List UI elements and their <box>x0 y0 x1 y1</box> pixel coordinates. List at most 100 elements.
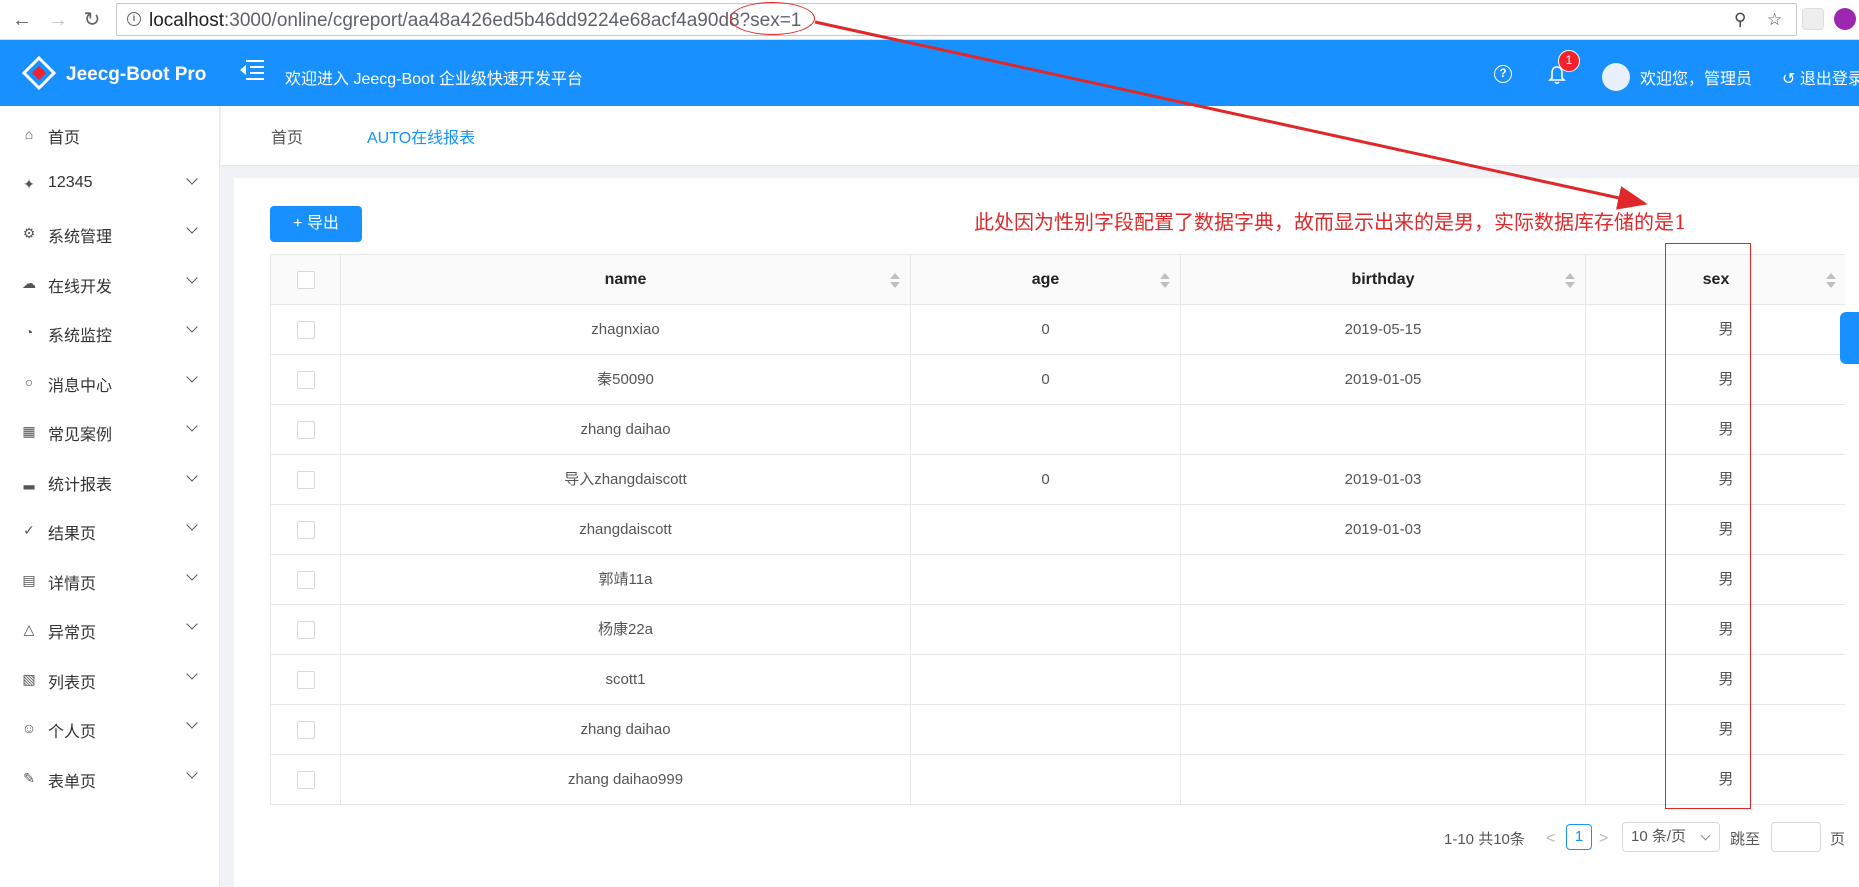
sidebar-item-exception[interactable]: △ 异常页 <box>0 609 220 649</box>
sidebar-item-list[interactable]: ▧ 列表页 <box>0 659 220 699</box>
select-all-checkbox[interactable] <box>296 270 315 289</box>
user-icon: ☺ <box>21 720 37 736</box>
jump-input[interactable] <box>1771 822 1821 852</box>
tab-home[interactable]: 首页 <box>271 124 303 148</box>
url-text[interactable]: localhost:3000/online/cgreport/aa48a426e… <box>149 10 801 32</box>
table-row[interactable]: scott1 男 <box>271 655 1845 705</box>
active-tab-indicator <box>340 48 498 50</box>
pagination-page-1[interactable]: 1 <box>1566 824 1592 850</box>
row-checkbox[interactable] <box>296 671 315 690</box>
sidebar-item-label: 消息中心 <box>48 378 113 395</box>
row-select-cell <box>271 705 341 755</box>
sidebar-item-messages[interactable]: ○ 消息中心 <box>0 362 220 402</box>
sidebar-item-system-management[interactable]: ⚙ 系统管理 <box>0 213 220 253</box>
row-checkbox[interactable] <box>296 771 315 790</box>
extension-icon[interactable] <box>1802 8 1824 30</box>
sidebar-item-reports[interactable]: ▂ 统计报表 <box>0 461 220 501</box>
cell-birthday: 2019-05-15 <box>1181 305 1586 355</box>
cell-age <box>911 705 1181 755</box>
column-header-birthday[interactable]: birthday <box>1181 255 1586 305</box>
star-icon[interactable]: ☆ <box>1767 10 1782 30</box>
cell-age: 0 <box>911 305 1181 355</box>
cell-birthday <box>1181 605 1586 655</box>
sort-icon[interactable] <box>1565 273 1575 289</box>
page-size-select[interactable]: 10 条/页 <box>1622 822 1720 852</box>
profile-extension-icon[interactable] <box>1834 8 1856 30</box>
check-circle-icon: ✓ <box>23 522 35 538</box>
row-checkbox[interactable] <box>296 371 315 390</box>
pagination-prev-icon[interactable]: < <box>1546 830 1555 848</box>
zoom-icon[interactable]: ⚲ <box>1734 10 1746 30</box>
cell-age <box>911 405 1181 455</box>
table-row[interactable]: zhang daihao999 男 <box>271 755 1845 805</box>
cell-birthday <box>1181 705 1586 755</box>
chevron-down-icon <box>186 321 198 333</box>
cell-name: 秦50090 <box>341 355 911 405</box>
column-header-age[interactable]: age <box>911 255 1181 305</box>
cell-age: 0 <box>911 455 1181 505</box>
menu-fold-icon[interactable] <box>240 59 264 81</box>
sort-icon[interactable] <box>890 273 900 289</box>
export-label: 导出 <box>306 215 339 232</box>
chevron-down-icon <box>186 173 198 185</box>
sidebar-item-home[interactable]: ⌂ 首页 <box>0 114 220 154</box>
pagination-next-icon[interactable]: > <box>1599 830 1608 848</box>
annotation-url-oval <box>730 2 815 35</box>
column-header-name[interactable]: name <box>341 255 911 305</box>
row-checkbox[interactable] <box>296 721 315 740</box>
cell-name: zhang daihao <box>341 405 911 455</box>
sidebar-item-label: 统计报表 <box>48 477 113 494</box>
table-row[interactable]: 秦50090 0 2019-01-05 男 <box>271 355 1845 405</box>
sidebar-item-label: 结果页 <box>48 526 97 543</box>
tab-auto-report[interactable]: AUTO在线报表 <box>367 124 475 148</box>
table-row[interactable]: 郭靖11a 男 <box>271 555 1845 605</box>
sidebar-item-account[interactable]: ☺ 个人页 <box>0 708 220 748</box>
table-row[interactable]: 导入zhangdaiscott 0 2019-01-03 男 <box>271 455 1845 505</box>
settings-drawer-handle[interactable] <box>1840 312 1859 364</box>
reload-icon[interactable]: ↻ <box>80 8 104 32</box>
row-checkbox[interactable] <box>296 571 315 590</box>
row-checkbox[interactable] <box>296 421 315 440</box>
sort-icon[interactable] <box>1826 273 1836 289</box>
browser-toolbar: ← → ↻ i localhost:3000/online/cgreport/a… <box>0 0 1859 40</box>
cell-name: zhangdaiscott <box>341 505 911 555</box>
table-row[interactable]: zhangdaiscott 2019-01-03 男 <box>271 505 1845 555</box>
url-host: localhost <box>149 10 224 31</box>
avatar[interactable] <box>1602 63 1630 91</box>
logout-button[interactable]: ↺ 退出登录 <box>1782 65 1859 89</box>
info-icon[interactable]: i <box>127 12 141 26</box>
chevron-down-icon <box>186 272 198 284</box>
qrcode-icon: ▦ <box>22 423 36 439</box>
cell-name: zhagnxiao <box>341 305 911 355</box>
table-row[interactable]: zhang daihao 男 <box>271 405 1845 455</box>
sidebar-item-online-dev[interactable]: ☁ 在线开发 <box>0 263 220 303</box>
sidebar-item-cases[interactable]: ▦ 常见案例 <box>0 411 220 451</box>
sort-icon[interactable] <box>1160 273 1170 289</box>
sidebar-item-monitor[interactable]: ◔ 系统监控 <box>0 312 220 352</box>
table-row[interactable]: zhang daihao 男 <box>271 705 1845 755</box>
cell-name: 导入zhangdaiscott <box>341 455 911 505</box>
chart-icon: ▂ <box>23 473 35 489</box>
table-row[interactable]: zhagnxiao 0 2019-05-15 男 <box>271 305 1845 355</box>
sidebar-item-result[interactable]: ✓ 结果页 <box>0 510 220 550</box>
sidebar-item-detail[interactable]: ▤ 详情页 <box>0 560 220 600</box>
row-checkbox[interactable] <box>296 321 315 340</box>
gitlab-icon: ✦ <box>23 176 35 192</box>
row-checkbox[interactable] <box>296 521 315 540</box>
row-checkbox[interactable] <box>296 471 315 490</box>
sidebar-item-form[interactable]: ✎ 表单页 <box>0 758 220 798</box>
sidebar-item-label: 异常页 <box>48 625 97 642</box>
user-greeting[interactable]: 欢迎您，管理员 <box>1640 65 1752 89</box>
help-icon[interactable]: ? <box>1494 65 1512 83</box>
row-select-cell <box>271 755 341 805</box>
row-checkbox[interactable] <box>296 621 315 640</box>
chevron-down-icon <box>186 569 198 581</box>
column-header-label: name <box>604 271 647 288</box>
column-header-label: age <box>1031 271 1060 288</box>
forward-icon[interactable]: → <box>46 8 70 32</box>
address-bar[interactable]: i localhost:3000/online/cgreport/aa48a42… <box>116 3 1797 36</box>
sidebar-item-12345[interactable]: ✦ 12345 <box>0 164 220 204</box>
table-row[interactable]: 杨康22a 男 <box>271 605 1845 655</box>
back-icon[interactable]: ← <box>10 8 34 32</box>
export-button[interactable]: + 导出 <box>270 206 362 242</box>
